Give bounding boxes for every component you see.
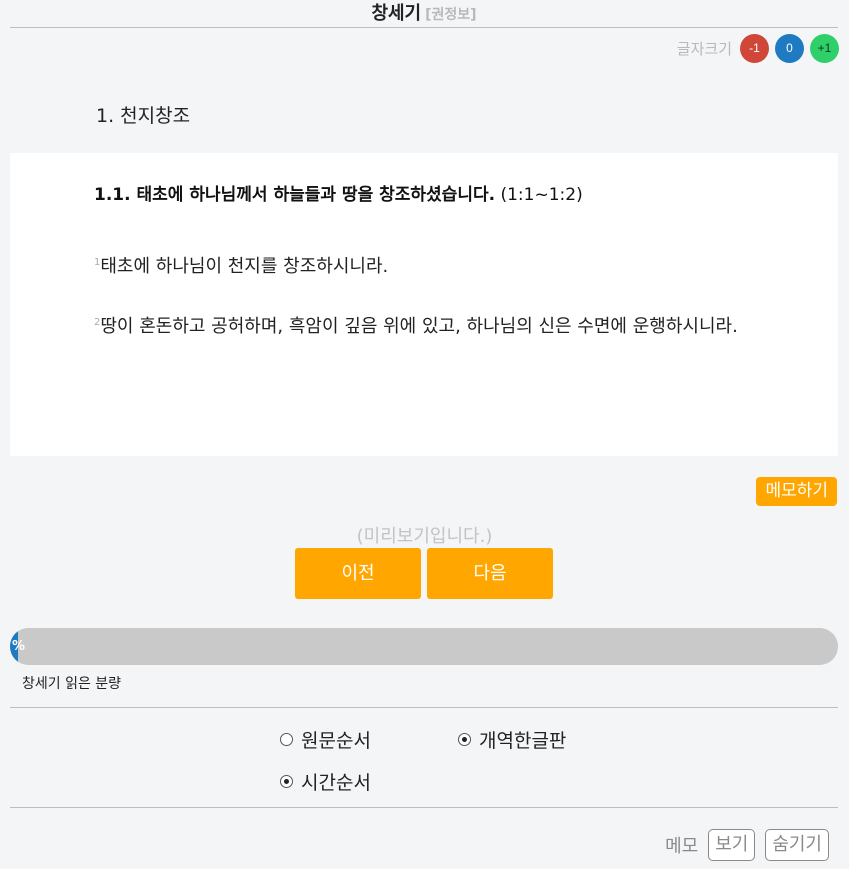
verse-number: 2	[94, 317, 101, 328]
book-title: 창세기	[371, 3, 422, 24]
memo-visibility-bar: 메모 보기 숨기기	[665, 829, 829, 861]
book-volume-label[interactable]: [권정보]	[425, 7, 476, 23]
progress-caption: 창세기 읽은 분량	[22, 676, 122, 692]
next-button[interactable]: 다음	[427, 548, 553, 599]
verse: 2땅이 혼돈하고 공허하며, 흑암이 깊음 위에 있고, 하나님의 신은 수면에…	[94, 307, 748, 347]
verse-text: 태초에 하나님이 천지를 창조하시니라.	[100, 256, 389, 277]
section-reference: (1:1~1:2)	[500, 185, 583, 205]
font-reset-button[interactable]: 0	[775, 33, 804, 63]
order-option-label: 개역한글판	[479, 730, 567, 752]
font-size-label: 글자크기	[676, 39, 732, 58]
radio-button[interactable]	[280, 775, 293, 788]
order-option-label: 시간순서	[301, 772, 371, 794]
memo-show-button[interactable]: 보기	[708, 829, 756, 861]
order-option-chronological[interactable]: 시간순서	[280, 768, 371, 795]
section-heading: 1.1. 태초에 하나님께서 하늘들과 땅을 창조하셨습니다. (1:1~1:2…	[94, 183, 748, 207]
preview-notice: (미리보기입니다.)	[356, 526, 493, 547]
chapter-heading: 1. 천지창조	[10, 80, 838, 153]
order-options: 원문순서 개역한글판 시간순서	[10, 707, 838, 808]
progress-percent-label: %	[12, 639, 26, 654]
chapter-body: 1.1. 태초에 하나님께서 하늘들과 땅을 창조하셨습니다. (1:1~1:2…	[10, 183, 838, 347]
memo-label: 메모	[665, 836, 699, 857]
write-memo-button[interactable]: 메모하기	[756, 477, 837, 506]
order-option-original[interactable]: 원문순서	[280, 726, 371, 753]
verse-text: 땅이 혼돈하고 공허하며, 흑암이 깊음 위에 있고, 하나님의 신은 수면에 …	[100, 316, 738, 337]
font-size-controls: 글자크기 -1 0 +1	[676, 33, 839, 63]
chapter-card: 1. 천지창조 1.1. 태초에 하나님께서 하늘들과 땅을 창조하셨습니다. …	[10, 80, 838, 456]
verse-number: 1	[94, 257, 101, 268]
order-option-label: 원문순서	[301, 730, 371, 752]
order-option-krv[interactable]: 개역한글판	[458, 726, 566, 753]
radio-button[interactable]	[458, 733, 471, 746]
memo-hide-button[interactable]: 숨기기	[765, 829, 829, 861]
prev-button[interactable]: 이전	[295, 548, 421, 599]
verse: 1태초에 하나님이 천지를 창조하시니라.	[94, 247, 748, 287]
radio-button[interactable]	[280, 733, 293, 746]
reading-progress-bar: %	[10, 628, 838, 665]
section-title: 1.1. 태초에 하나님께서 하늘들과 땅을 창조하셨습니다.	[94, 185, 496, 205]
header-bar: 창세기 [권정보]	[10, 0, 838, 28]
font-increase-button[interactable]: +1	[810, 33, 839, 63]
font-decrease-button[interactable]: -1	[740, 33, 769, 63]
